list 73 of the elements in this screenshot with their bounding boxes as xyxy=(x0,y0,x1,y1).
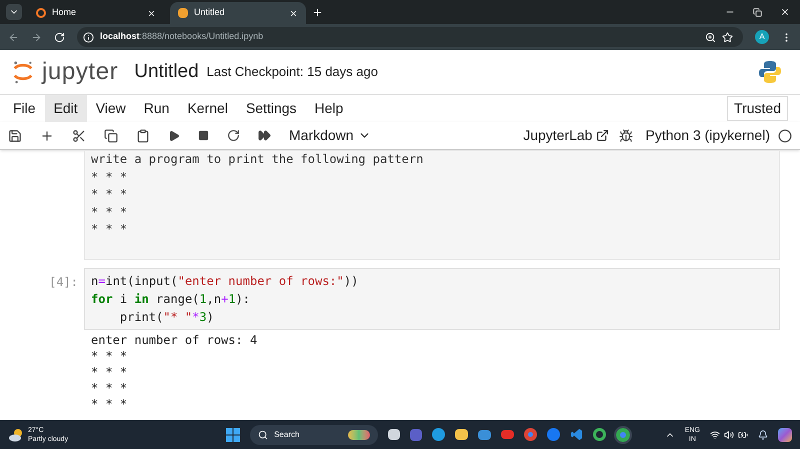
notebook-title[interactable]: Untitled xyxy=(134,58,199,86)
browser-tab[interactable]: Untitled xyxy=(170,2,306,24)
fast-forward-icon[interactable] xyxy=(258,129,271,142)
markdown-line: * * * xyxy=(91,204,128,220)
volume-icon[interactable] xyxy=(724,430,734,440)
menu-item[interactable]: Settings xyxy=(236,95,306,122)
close-icon[interactable] xyxy=(289,8,298,18)
tab-title: Home xyxy=(52,6,78,20)
new-tab-icon[interactable] xyxy=(312,7,323,18)
bookmark-star-icon[interactable] xyxy=(722,32,733,42)
output-line: * * * xyxy=(91,380,128,396)
python-logo-icon xyxy=(758,60,782,84)
menu-item[interactable]: Edit xyxy=(44,95,87,122)
close-icon[interactable] xyxy=(780,7,790,17)
search-highlight-icon xyxy=(348,430,370,440)
stop-icon[interactable] xyxy=(198,130,209,141)
wifi-icon[interactable] xyxy=(710,430,720,440)
cut-icon[interactable] xyxy=(72,128,86,142)
menu-item[interactable]: View xyxy=(86,95,135,122)
menu-item[interactable]: Help xyxy=(306,95,352,122)
external-link-icon xyxy=(596,129,610,142)
zoom-icon[interactable] xyxy=(705,32,716,42)
bug-icon[interactable] xyxy=(619,128,634,142)
forward-icon[interactable] xyxy=(31,32,42,42)
jupyterlab-link[interactable]: JupyterLab xyxy=(523,125,610,146)
search-icon xyxy=(258,430,268,440)
copy-icon[interactable] xyxy=(104,128,118,142)
tab-search-button[interactable] xyxy=(6,4,22,20)
markdown-cell[interactable]: write a program to print the following pattern * * * * * * * * * * * * xyxy=(84,150,780,260)
url-text: localhost:8888/notebooks/Untitled.ipynb xyxy=(100,30,264,44)
add-cell-icon[interactable] xyxy=(40,128,54,142)
windows-start-icon[interactable] xyxy=(226,428,240,442)
ring-icon[interactable] xyxy=(593,428,606,441)
checkpoint-text: Last Checkpoint: 15 days ago xyxy=(206,63,378,82)
markdown-line: * * * xyxy=(91,221,128,238)
jupyter-wordmark: jupyter xyxy=(42,57,118,87)
kernel-name[interactable]: Python 3 (ipykernel) xyxy=(645,125,770,146)
menu-item[interactable]: Kernel xyxy=(178,95,237,122)
close-icon[interactable] xyxy=(147,8,156,18)
trusted-button[interactable]: Trusted xyxy=(727,96,788,121)
markdown-line: * * * xyxy=(91,168,128,186)
markdown-line: * * * xyxy=(91,186,128,203)
taskbar-search-field[interactable]: Search xyxy=(250,424,378,444)
menu-item[interactable]: Run xyxy=(134,95,178,122)
code-line: n=int(input("enter number of rows:")) xyxy=(91,272,358,290)
browser-tab[interactable]: Home xyxy=(28,2,164,24)
jupyter-logo-icon xyxy=(12,60,34,84)
output-line: * * * xyxy=(91,396,128,412)
output-line: * * * xyxy=(91,364,128,380)
code-line: print("* "*3) xyxy=(118,308,214,326)
restart-icon[interactable] xyxy=(227,129,240,142)
info-icon[interactable] xyxy=(83,32,94,42)
reload-icon[interactable] xyxy=(54,32,65,42)
battery-icon[interactable] xyxy=(738,430,748,440)
code-cell[interactable]: n=int(input("enter number of rows:")) for i in range(1,n+1): print("* "*3) xyxy=(84,268,780,330)
back-icon[interactable] xyxy=(8,32,19,42)
output-line: * * * xyxy=(91,348,128,364)
weather-icon xyxy=(8,428,24,442)
cell-type-dropdown[interactable]: Markdown xyxy=(289,125,371,146)
tab-title: Untitled xyxy=(194,6,226,20)
kernel-status-icon xyxy=(778,128,792,142)
markdown-line: write a program to print the following pattern xyxy=(91,151,424,168)
cell-prompt: [4]: xyxy=(48,274,79,290)
output-line: enter number of rows: 4 xyxy=(91,332,258,348)
code-line: for i in range(1,n+1): xyxy=(91,290,250,308)
paste-icon[interactable] xyxy=(136,128,150,142)
menu-item[interactable]: File xyxy=(4,95,45,122)
bell-icon[interactable] xyxy=(758,430,768,440)
address-bar[interactable]: localhost:8888/notebooks/Untitled.ipynb xyxy=(77,27,743,47)
run-icon[interactable] xyxy=(168,130,180,142)
notebook-icon xyxy=(178,8,188,18)
save-icon[interactable] xyxy=(8,128,22,142)
restore-icon[interactable] xyxy=(753,8,762,17)
